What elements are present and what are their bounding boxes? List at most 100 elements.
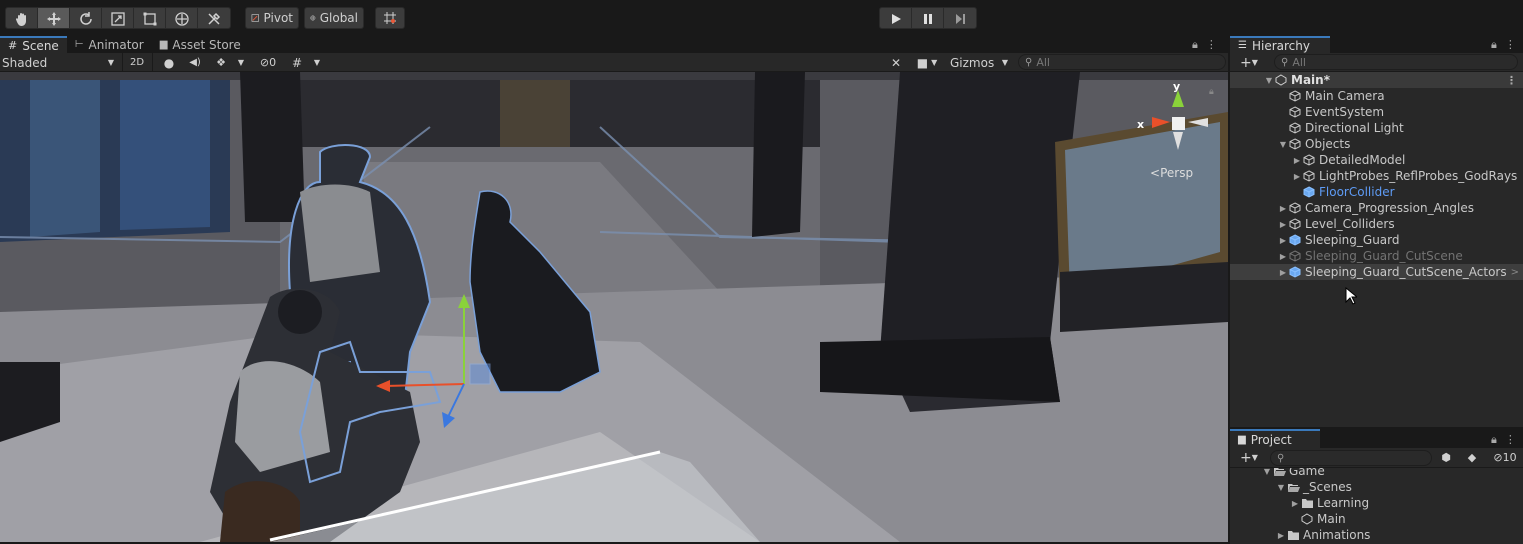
panel-menu-icon[interactable]: ⋮: [1206, 38, 1217, 51]
transform-tool-button[interactable]: [166, 8, 198, 28]
project-item[interactable]: ▶ Learning: [1230, 495, 1523, 511]
plus-icon: +: [1240, 449, 1252, 466]
tab-hierarchy[interactable]: ☰ Hierarchy: [1230, 36, 1330, 53]
expand-arrow-icon[interactable]: ▼: [1278, 140, 1288, 149]
filter-type-button[interactable]: ⬢: [1438, 449, 1454, 466]
scene-search[interactable]: ⚲: [1018, 54, 1226, 70]
search-icon: ⚲: [1025, 56, 1033, 68]
grid-snap-button[interactable]: [375, 7, 405, 29]
hierarchy-search[interactable]: ⚲: [1274, 54, 1518, 70]
move-tool-button[interactable]: [38, 8, 70, 28]
lock-icon[interactable]: 🔒︎: [1192, 38, 1198, 52]
grid-snap-icon: [384, 12, 396, 24]
audio-toggle[interactable]: ◀): [186, 54, 204, 71]
hierarchy-item[interactable]: ▶ DetailedModel: [1230, 152, 1523, 168]
expand-arrow-icon[interactable]: ▶: [1278, 236, 1288, 245]
transform-tools: [5, 7, 231, 29]
hierarchy-item[interactable]: ▶ Sleeping_Guard: [1230, 232, 1523, 248]
grid-icon: #: [8, 39, 18, 52]
hierarchy-item[interactable]: ▶ Camera_Progression_Angles: [1230, 200, 1523, 216]
tools-button[interactable]: ✕: [886, 54, 906, 71]
axis-x-label: x: [1137, 118, 1145, 131]
gizmo-lock-icon: 🔒︎: [1209, 87, 1214, 97]
project-item[interactable]: Main: [1230, 511, 1523, 527]
rotate-tool-button[interactable]: [70, 8, 102, 28]
expand-arrow-icon[interactable]: ▼: [1264, 76, 1274, 85]
hierarchy-item[interactable]: Directional Light: [1230, 120, 1523, 136]
custom-tool-button[interactable]: [198, 8, 230, 28]
lock-icon[interactable]: 🔒︎: [1491, 38, 1497, 52]
expand-arrow-icon[interactable]: ▶: [1278, 204, 1288, 213]
gizmos-dropdown[interactable]: Gizmos ▼: [946, 54, 1012, 71]
camera-dropdown[interactable]: ■ ▼: [912, 54, 942, 71]
hierarchy-item[interactable]: EventSystem: [1230, 104, 1523, 120]
filter-label-button[interactable]: ◆: [1464, 449, 1480, 466]
hierarchy-search-input[interactable]: [1292, 55, 1517, 69]
hierarchy-panel-options: 🔒︎ ⋮: [1491, 36, 1516, 53]
pivot-icon: [251, 14, 259, 22]
effects-dropdown[interactable]: ▼: [234, 54, 248, 71]
filter-icon: ⬢: [1441, 451, 1451, 464]
scene-menu-icon[interactable]: ⋮: [1506, 74, 1517, 87]
grid-toggle[interactable]: #: [288, 54, 306, 71]
expand-arrow-icon[interactable]: ▶: [1278, 220, 1288, 229]
hierarchy-item[interactable]: ▶ Sleeping_Guard_CutScene: [1230, 248, 1523, 264]
tab-project[interactable]: ▆ Project: [1230, 429, 1320, 448]
expand-arrow-icon[interactable]: ▼: [1262, 468, 1272, 476]
global-toggle[interactable]: Global: [304, 7, 364, 29]
perspective-toggle[interactable]: <Persp: [1150, 166, 1193, 180]
project-item-label: _Scenes: [1303, 480, 1352, 494]
project-item[interactable]: ▶ Animations: [1230, 527, 1523, 543]
project-toolbar: + ▼ ⚲ ⬢ ◆ ⊘ 10: [1230, 448, 1523, 468]
hierarchy-item[interactable]: FloorCollider: [1230, 184, 1523, 200]
hierarchy-item[interactable]: ▶ Level_Colliders: [1230, 216, 1523, 232]
tab-animator[interactable]: ⊢ Animator: [67, 36, 152, 53]
gizmos-label: Gizmos: [950, 55, 995, 70]
expand-arrow-icon[interactable]: ▶: [1276, 531, 1286, 540]
pivot-toggle[interactable]: Pivot: [245, 7, 299, 29]
project-item[interactable]: ▼ _Scenes: [1230, 479, 1523, 495]
effects-toggle[interactable]: ❖: [212, 54, 230, 71]
shading-mode-dropdown[interactable]: Shaded ▼: [2, 54, 118, 71]
hierarchy-item[interactable]: Main Camera: [1230, 88, 1523, 104]
grid-dropdown[interactable]: ▼: [310, 54, 324, 71]
hidden-packages-toggle[interactable]: ⊘ 10: [1488, 449, 1522, 466]
expand-arrow-icon[interactable]: ▼: [1276, 483, 1286, 492]
rect-tool-button[interactable]: [134, 8, 166, 28]
project-tab-bar: ▆ Project: [1230, 429, 1523, 448]
hierarchy-item[interactable]: ▼ Objects: [1230, 136, 1523, 152]
hierarchy-item[interactable]: ▶ LightProbes_ReflProbes_GodRays: [1230, 168, 1523, 184]
play-button[interactable]: [880, 8, 912, 28]
lock-icon[interactable]: 🔒︎: [1491, 433, 1497, 447]
pause-button[interactable]: [912, 8, 944, 28]
expand-arrow-icon[interactable]: ▶: [1278, 252, 1288, 261]
create-asset-button[interactable]: + ▼: [1236, 449, 1262, 466]
expand-arrow-icon[interactable]: ▶: [1292, 156, 1302, 165]
scene-search-input[interactable]: [1036, 55, 1225, 69]
mode-2d-toggle[interactable]: 2D: [126, 54, 148, 71]
step-button[interactable]: [944, 8, 976, 28]
create-button[interactable]: + ▼: [1236, 54, 1262, 71]
panel-menu-icon[interactable]: ⋮: [1505, 433, 1516, 446]
hierarchy-item[interactable]: ▶ Sleeping_Guard_CutScene_Actors >: [1230, 264, 1523, 280]
panel-menu-icon[interactable]: ⋮: [1505, 38, 1516, 51]
expand-arrow-icon[interactable]: ▶: [1278, 268, 1288, 277]
lighting-toggle[interactable]: ●: [160, 54, 178, 71]
expand-arrow-icon[interactable]: ▶: [1292, 172, 1302, 181]
hidden-objects-toggle[interactable]: ⊘ 0: [254, 54, 282, 71]
open-folder-icon: [1286, 480, 1300, 494]
open-prefab-chevron-icon[interactable]: >: [1511, 267, 1519, 278]
project-search[interactable]: ⚲: [1270, 450, 1432, 466]
tab-scene[interactable]: # Scene: [0, 36, 67, 53]
scene-viewport[interactable]: 🔒︎ y x <Persp: [0, 72, 1228, 542]
project-search-input[interactable]: [1288, 451, 1431, 465]
scene-root[interactable]: ▼ Main* ⋮: [1230, 72, 1523, 88]
project-item[interactable]: ▼ Game: [1230, 468, 1523, 479]
folder-icon: [1300, 496, 1314, 510]
dropdown-arrow-icon: ▼: [1251, 58, 1258, 67]
search-icon: ⚲: [1277, 452, 1285, 464]
tab-asset-store[interactable]: ▆ Asset Store: [152, 36, 249, 53]
expand-arrow-icon[interactable]: ▶: [1290, 499, 1300, 508]
scale-tool-button[interactable]: [102, 8, 134, 28]
hand-tool-button[interactable]: [6, 8, 38, 28]
